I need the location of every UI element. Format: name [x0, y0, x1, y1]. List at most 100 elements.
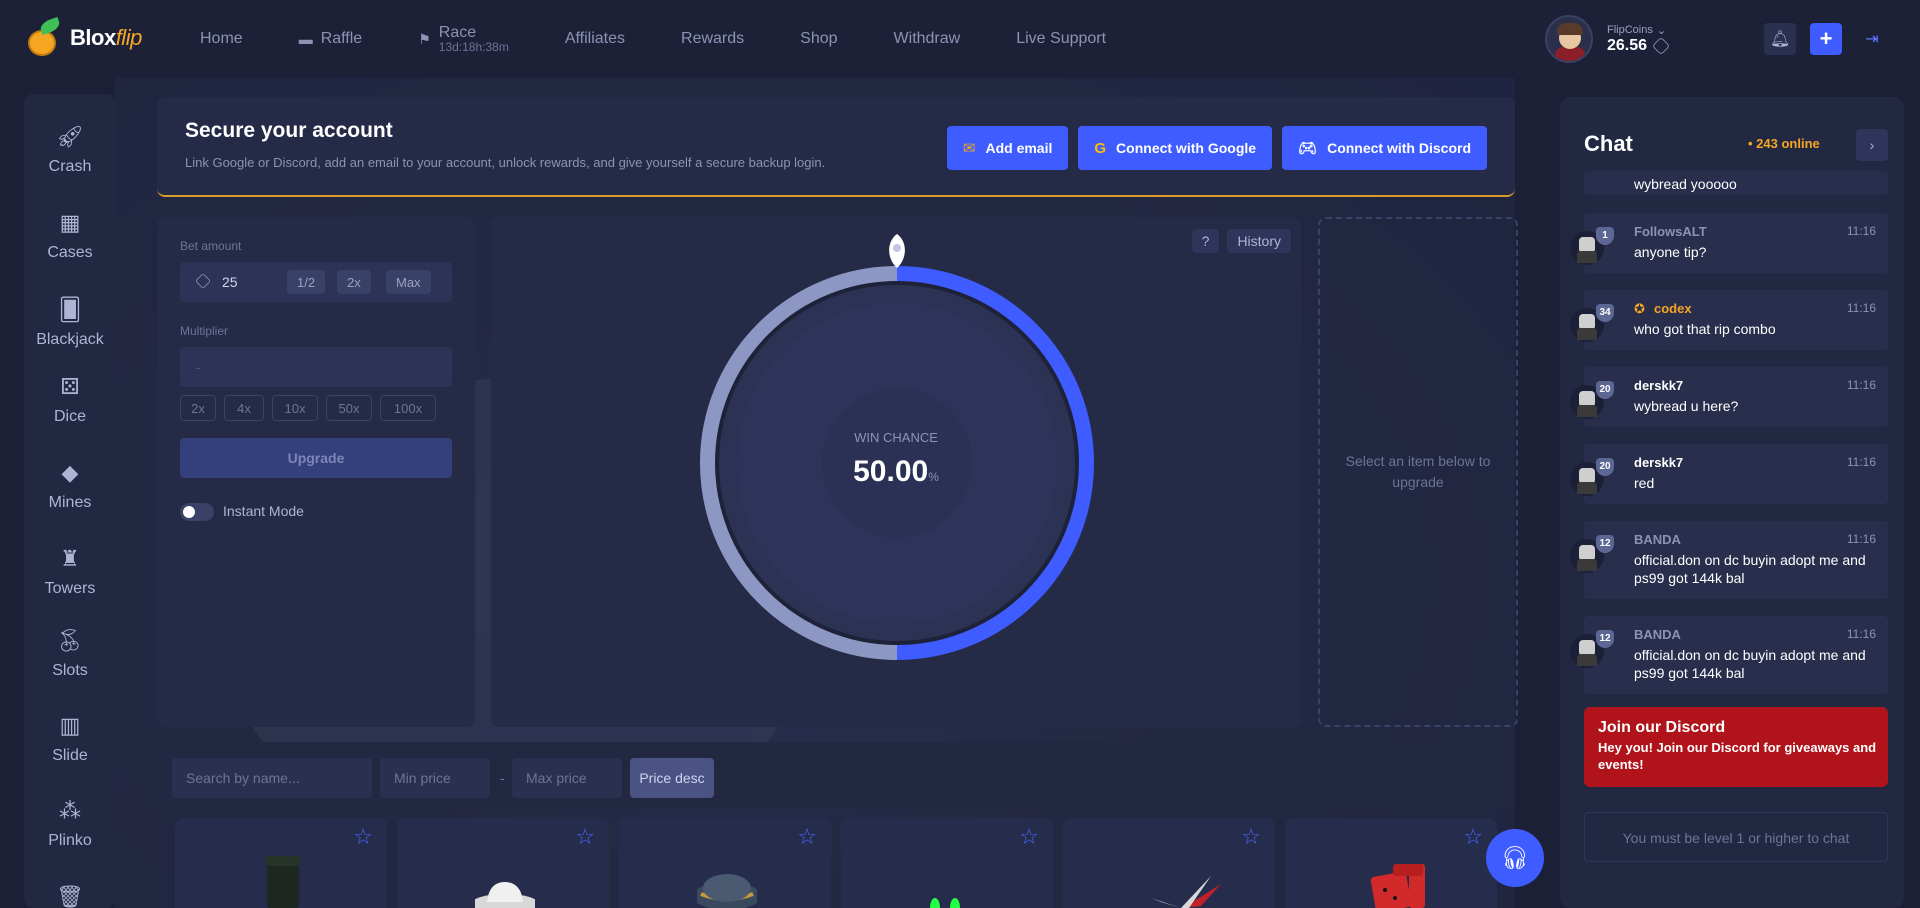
chat-message: 12 BANDA 11:16 official.don on dc buyin a…	[1570, 616, 1888, 694]
sidebar-item-dice[interactable]: ⚄ Dice	[24, 374, 116, 426]
nav-race[interactable]: ⚑ Race 13d:18h:38m	[418, 24, 535, 55]
item-card[interactable]: ☆	[1285, 818, 1497, 908]
sidebar-item-towers[interactable]: ♜ Towers	[24, 546, 116, 598]
history-button[interactable]: History	[1227, 229, 1291, 253]
sidebar-item-crash[interactable]: 🚀︎ Crash	[24, 124, 116, 176]
balance-value: 26.56	[1607, 36, 1648, 54]
bet-panel: Bet amount 25 1/2 2x Max Multiplier - 2x…	[157, 217, 475, 727]
sidebar-item-cases[interactable]: ▦ Cases	[24, 210, 116, 262]
online-count: • 243 online	[1748, 136, 1820, 151]
star-icon[interactable]: ☆	[1241, 824, 1261, 850]
glowing-eyes-item	[930, 898, 960, 908]
logo-text: Bloxflip	[70, 25, 142, 50]
multiplier-input[interactable]: -	[180, 347, 452, 387]
double-bet-button[interactable]: 2x	[337, 270, 371, 294]
slide-icon: ▥	[59, 713, 81, 738]
sidebar-item-mines[interactable]: ◆ Mines	[24, 460, 116, 512]
notifications-button[interactable]: 🔔︎	[1764, 23, 1796, 55]
top-bar: Bloxflip Home ▬ Raffle ⚑ Race 13d:18h:38m …	[0, 0, 1920, 78]
level-badge: 20	[1596, 381, 1614, 399]
min-price-input[interactable]: Min price	[380, 758, 490, 798]
deposit-button[interactable]: +	[1810, 23, 1842, 55]
multiplier-2x[interactable]: 2x	[180, 395, 216, 421]
horns-item	[1151, 876, 1221, 908]
rocket-icon: 🚀︎	[56, 124, 84, 149]
chat-message: 34 ✪ codex 11:16 who got that rip combo	[1570, 290, 1888, 350]
item-card[interactable]: ☆	[619, 818, 831, 908]
chevron-down-icon: ⌄	[1656, 24, 1667, 37]
top-actions: 🔔︎ + ⇥	[1764, 23, 1888, 55]
upgrade-target-slot[interactable]: Select an item below to upgrade	[1318, 217, 1518, 727]
user-avatar[interactable]	[1545, 15, 1593, 63]
level-badge: 20	[1596, 458, 1614, 476]
nav-home[interactable]: Home	[200, 30, 269, 48]
price-range-dash: -	[500, 770, 505, 786]
nav-raffle[interactable]: ▬ Raffle	[299, 30, 389, 48]
item-card[interactable]: ☆	[1063, 818, 1275, 908]
sidebar-item-slots[interactable]: 🍒︎ Slots	[24, 628, 116, 680]
select-item-hint: Select an item below to upgrade	[1345, 453, 1491, 490]
nav-withdraw[interactable]: Withdraw	[894, 30, 987, 48]
star-icon[interactable]: ☆	[1463, 824, 1483, 850]
max-bet-button[interactable]: Max	[386, 270, 431, 294]
instant-mode-label: Instant Mode	[223, 503, 304, 519]
chat-message: 20 derskk7 11:16 red	[1570, 444, 1888, 504]
item-card[interactable]: ☆	[175, 818, 387, 908]
chat-message: 1 FollowsALT 11:16 anyone tip?	[1570, 213, 1888, 273]
item-card[interactable]: ☆	[841, 818, 1053, 908]
red-dice-item	[1370, 864, 1425, 908]
nav-rewards[interactable]: Rewards	[681, 30, 770, 48]
multiplier-100x[interactable]: 100x	[380, 395, 436, 421]
level-badge: 1	[1596, 227, 1614, 245]
race-timer: 13d:18h:38m	[438, 40, 509, 55]
balance[interactable]: FlipCoins ⌄ 26.56	[1607, 24, 1671, 55]
item-card[interactable]: ☆	[397, 818, 609, 908]
chat-message: 12 BANDA 11:16 official.don on dc buyin a…	[1570, 521, 1888, 599]
flag-icon: ⚑	[418, 30, 431, 47]
level-badge: 34	[1596, 304, 1614, 322]
star-icon[interactable]: ☆	[353, 824, 373, 850]
bet-amount-input[interactable]: 25 1/2 2x Max	[180, 262, 452, 302]
google-icon: G	[1094, 139, 1107, 157]
star-icon[interactable]: ☆	[797, 824, 817, 850]
connect-google-button[interactable]: G Connect with Google	[1078, 126, 1273, 170]
collapse-chat-button[interactable]: ›	[1856, 129, 1888, 161]
star-icon[interactable]: ☆	[1019, 824, 1039, 850]
chat-message: 20 derskk7 11:16 wybread u here?	[1570, 367, 1888, 427]
bet-amount-value: 25	[222, 274, 238, 290]
logo[interactable]: Bloxflip	[22, 16, 142, 58]
sidebar-item-slide[interactable]: ▥ Slide	[24, 713, 116, 765]
help-button[interactable]: ?	[1191, 229, 1220, 253]
search-input[interactable]: Search by name...	[172, 758, 372, 798]
join-discord-card[interactable]: Join our Discord Hey you! Join our Disco…	[1584, 707, 1888, 787]
logout-button[interactable]: ⇥	[1856, 23, 1888, 55]
sidebar-item-more[interactable]: 🗑︎	[24, 884, 116, 908]
nav-affiliates[interactable]: Affiliates	[565, 30, 651, 48]
gem-icon: ◆	[61, 460, 79, 485]
logout-icon: ⇥	[1865, 31, 1879, 48]
instant-mode-toggle[interactable]	[180, 503, 214, 521]
connect-discord-button[interactable]: 🎮︎ Connect with Discord	[1282, 126, 1487, 170]
upgrade-button[interactable]: Upgrade	[180, 438, 452, 478]
star-icon[interactable]: ☆	[575, 824, 595, 850]
chat-input[interactable]: You must be level 1 or higher to chat	[1584, 812, 1888, 862]
main-nav: Home ▬ Raffle ⚑ Race 13d:18h:38m Affiliate…	[200, 0, 1162, 78]
sidebar-item-blackjack[interactable]: 🂠 Blackjack	[24, 297, 116, 349]
multiplier-50x[interactable]: 50x	[326, 395, 372, 421]
nav-shop[interactable]: Shop	[800, 30, 863, 48]
sidebar-item-plinko[interactable]: ⁂ Plinko	[24, 798, 116, 850]
dice-icon: ⚄	[60, 374, 80, 399]
add-email-button[interactable]: ✉ Add email	[946, 126, 1069, 170]
multiplier-10x[interactable]: 10x	[272, 395, 318, 421]
logo-mark-icon	[22, 16, 66, 58]
half-bet-button[interactable]: 1/2	[287, 270, 326, 294]
cards-icon: 🂠	[58, 297, 82, 322]
plinko-icon: ⁂	[59, 798, 81, 823]
live-support-button[interactable]: 🎧︎	[1486, 829, 1544, 887]
max-price-input[interactable]: Max price	[512, 758, 622, 798]
chevron-right-icon: ›	[1869, 137, 1875, 153]
tower-icon: ♜	[60, 546, 80, 571]
sort-select[interactable]: Price desc	[630, 758, 714, 798]
multiplier-4x[interactable]: 4x	[224, 395, 264, 421]
nav-live-support[interactable]: Live Support	[1016, 30, 1132, 48]
